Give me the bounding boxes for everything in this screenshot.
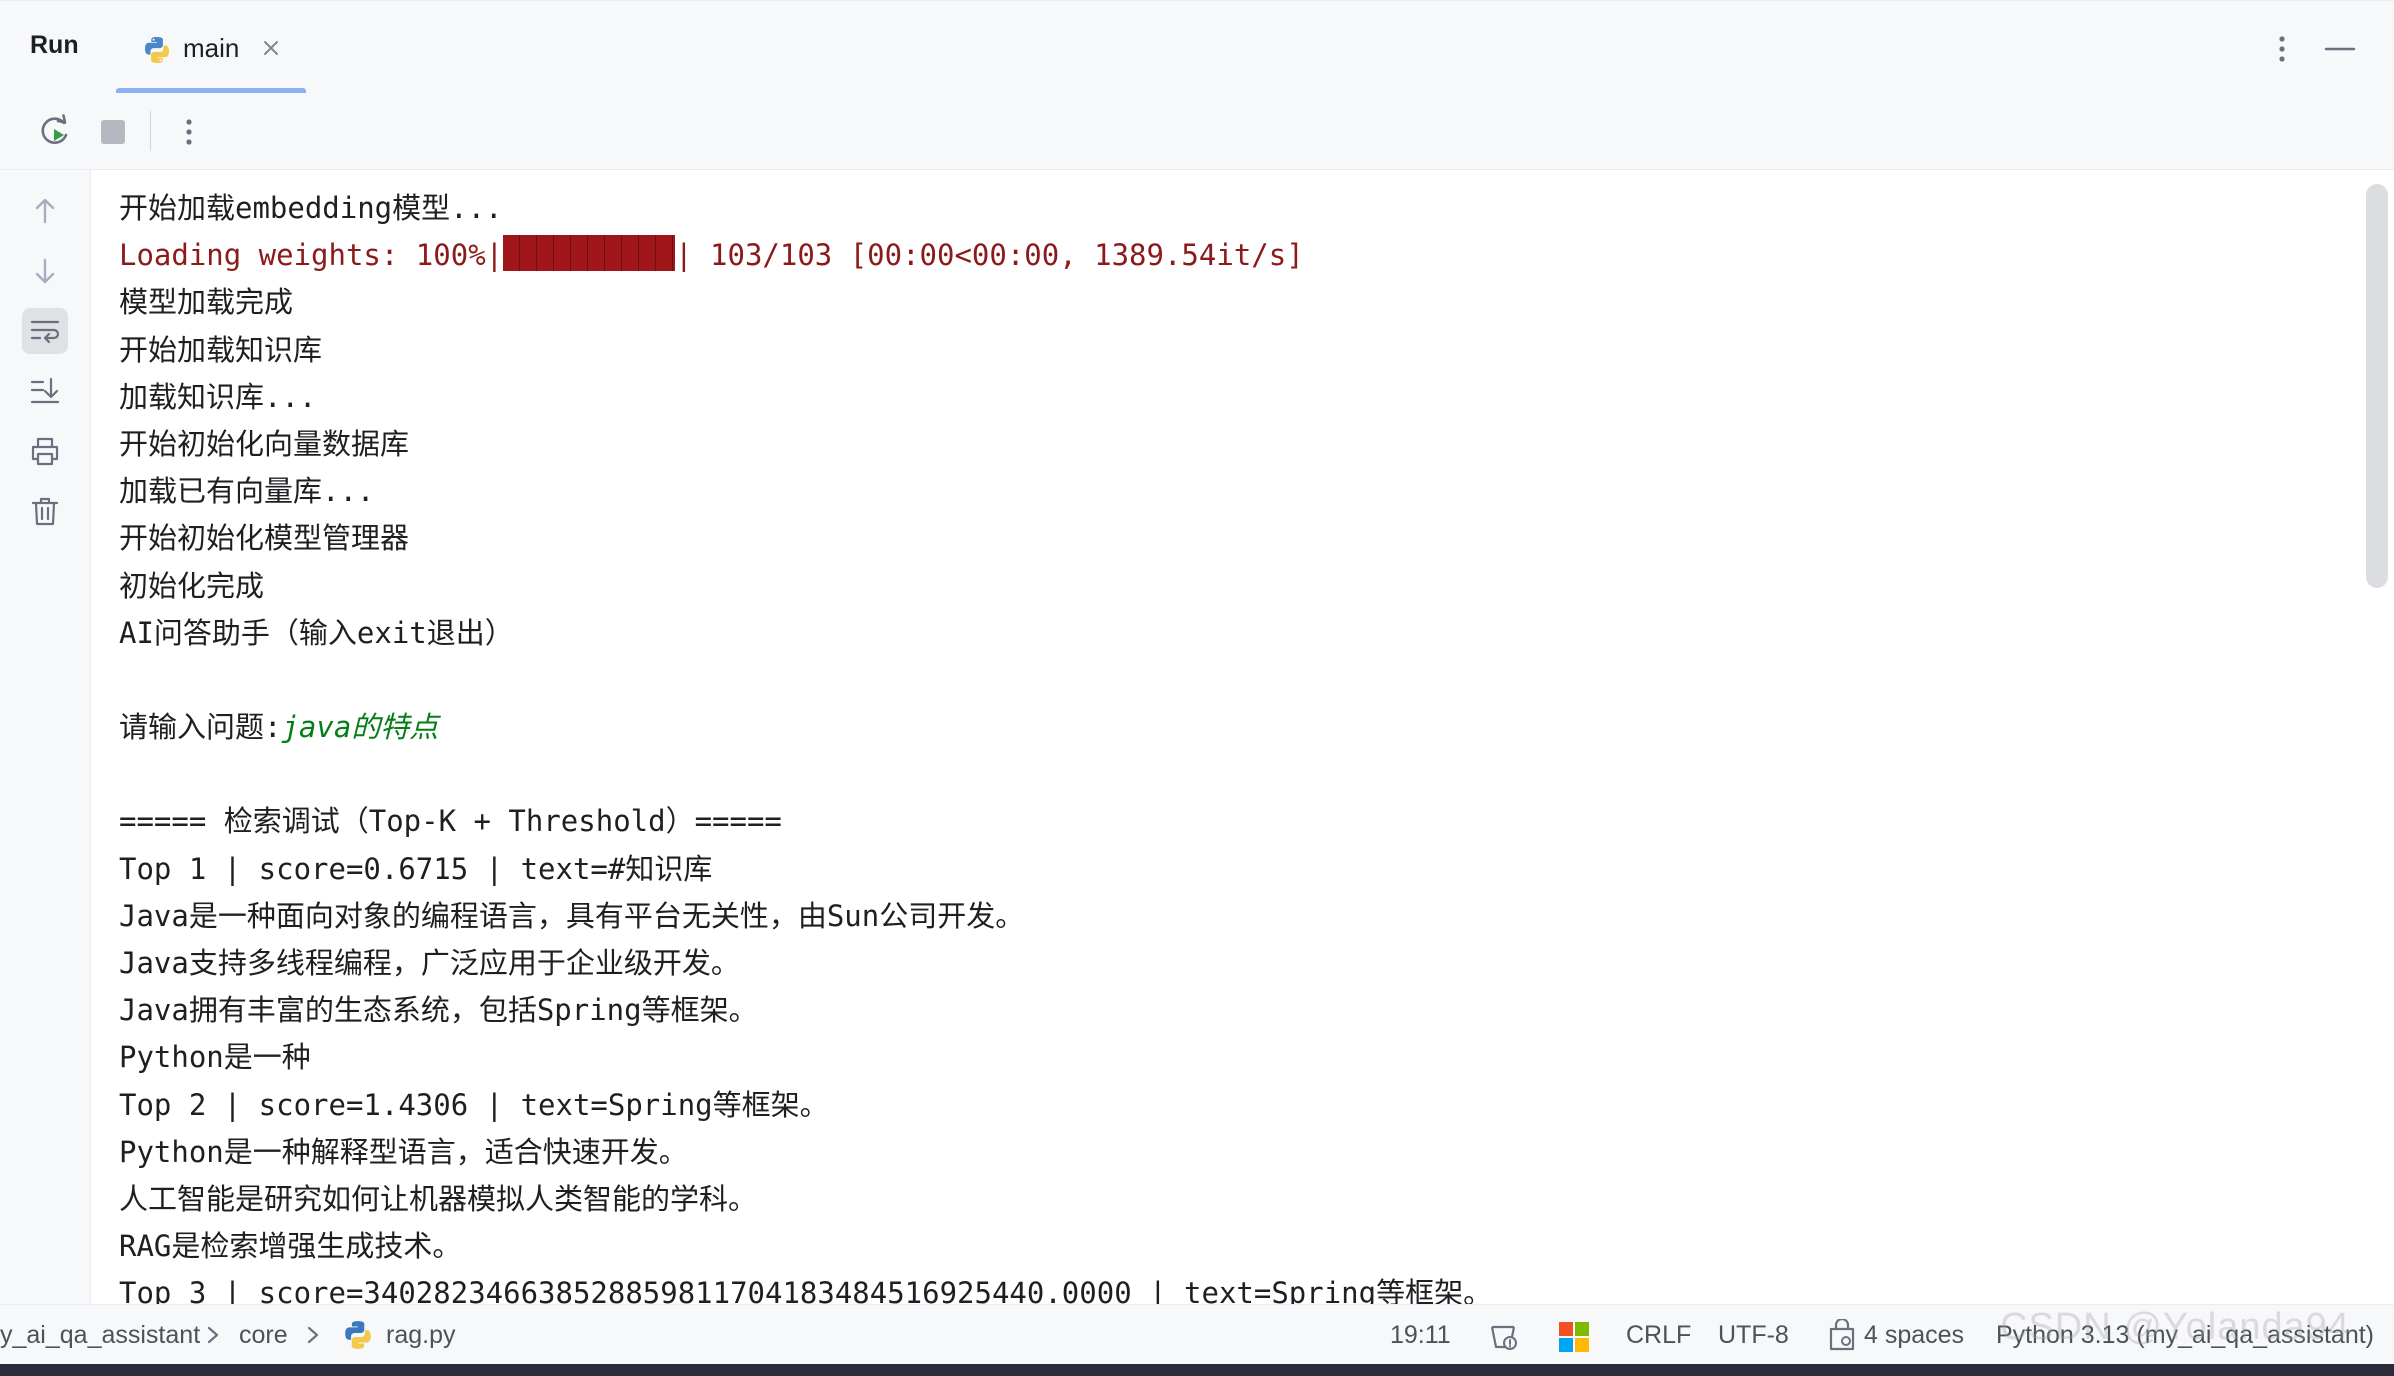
console-line: 加载已有向量库... (119, 474, 375, 509)
print-button[interactable] (22, 428, 68, 474)
input-prompt: 请输入问题: (119, 710, 282, 745)
close-icon[interactable] (260, 37, 282, 59)
indent-setting[interactable]: 4 spaces (1864, 1305, 1964, 1365)
scroll-to-end-button[interactable] (22, 368, 68, 414)
console-line: Top 1 | score=0.6715 | text=#知识库 (119, 851, 713, 886)
scroll-to-end-icon (30, 377, 60, 404)
arrow-down-icon (35, 258, 55, 284)
arrow-up-icon (35, 198, 55, 224)
scrollbar-thumb[interactable] (2366, 184, 2388, 588)
console-line: 模型加载完成 (119, 285, 294, 320)
progress-prefix: Loading weights: 100%| (119, 238, 504, 273)
progress-suffix: | 103/103 [00:00<00:00, 1389.54it/s] (675, 238, 1304, 273)
progress-bar-fill (503, 235, 676, 272)
clear-all-button[interactable] (22, 488, 68, 534)
console-line: AI问答助手（输入exit退出） (119, 615, 514, 650)
chevron-right-icon (307, 1326, 319, 1344)
console-line: Java拥有丰富的生态系统，包括Spring等框架。 (119, 993, 758, 1028)
console-line: Top 2 | score=1.4306 | text=Spring等框架。 (119, 1087, 829, 1122)
chevron-right-icon (207, 1326, 219, 1344)
indent-settings-icon[interactable] (1826, 1319, 1858, 1353)
console-line: Top 3 | score=34028234663852885981170418… (119, 1276, 1493, 1304)
console-line: 加载知识库... (119, 379, 317, 414)
soft-wrap-icon (30, 320, 60, 344)
tab-main[interactable]: main (116, 1, 306, 94)
printer-icon (31, 437, 59, 466)
file-encoding[interactable]: UTF-8 (1718, 1305, 1789, 1365)
python-icon (145, 37, 169, 63)
soft-wrap-button[interactable] (22, 308, 68, 354)
trash-icon (31, 497, 59, 526)
breadcrumb-folder[interactable]: core (239, 1305, 288, 1365)
taskbar-edge (0, 1364, 2394, 1376)
tab-label: main (183, 33, 240, 63)
ide-run-window: Run main 开始加载embedding模型... Loading weig… (0, 0, 2394, 1376)
inspection-widget-icon[interactable] (1486, 1319, 1520, 1353)
windows-logo-icon[interactable] (1558, 1321, 1590, 1353)
toolbar-separator (150, 111, 151, 151)
breadcrumb-project[interactable]: y_ai_qa_assistant (0, 1305, 200, 1365)
console-line: 初始化完成 (119, 568, 265, 603)
console-line: 请输入问题:java的特点 (119, 704, 1492, 751)
console-line: Java支持多线程编程，广泛应用于企业级开发。 (119, 946, 740, 980)
python-file-icon (345, 1321, 371, 1349)
console-line: ===== 检索调试（Top-K + Threshold）===== (119, 804, 782, 839)
scroll-up-button[interactable] (22, 188, 68, 234)
console-line: Python是一种解释型语言，适合快速开发。 (119, 1134, 688, 1169)
caret-position[interactable]: 19:11 (1390, 1305, 1451, 1365)
console-lines: 开始加载embedding模型... Loading weights: 100%|… (119, 185, 1492, 1304)
console-output[interactable]: 开始加载embedding模型... Loading weights: 100%|… (91, 170, 2361, 1304)
console-line: 开始加载embedding模型... (119, 191, 503, 225)
minimize-icon[interactable] (2322, 37, 2358, 61)
scroll-down-button[interactable] (22, 248, 68, 294)
console-line: 开始初始化向量数据库 (119, 426, 410, 461)
console-line: 开始加载知识库 (119, 332, 323, 367)
console-line: Java是一种面向对象的编程语言，具有平台无关性，由Sun公司开发。 (119, 898, 1025, 933)
console-line: 人工智能是研究如何让机器模拟人类智能的学科。 (119, 1181, 758, 1216)
rerun-icon[interactable] (36, 113, 74, 151)
user-input-text: java的特点 (281, 710, 439, 745)
watermark: CSDN @Yolanda94 (2000, 1306, 2351, 1348)
console-line: 开始初始化模型管理器 (119, 521, 410, 556)
breadcrumb-file[interactable]: rag.py (386, 1305, 455, 1365)
run-toolbar (0, 93, 2394, 170)
line-separator[interactable]: CRLF (1626, 1305, 1691, 1365)
console-line: Loading weights: 100%| | 103/103 [00:00<0… (119, 232, 1492, 279)
console-line: Python是一种 (119, 1040, 311, 1075)
console-line: RAG是检索增强生成技术。 (119, 1229, 462, 1264)
more-options-icon[interactable] (2270, 33, 2294, 65)
run-tool-window-header: Run main (0, 0, 2394, 94)
console-side-toolbar (0, 170, 91, 1304)
stop-icon[interactable] (94, 113, 132, 151)
more-actions-icon[interactable] (170, 113, 208, 151)
tool-window-title: Run (30, 31, 79, 59)
